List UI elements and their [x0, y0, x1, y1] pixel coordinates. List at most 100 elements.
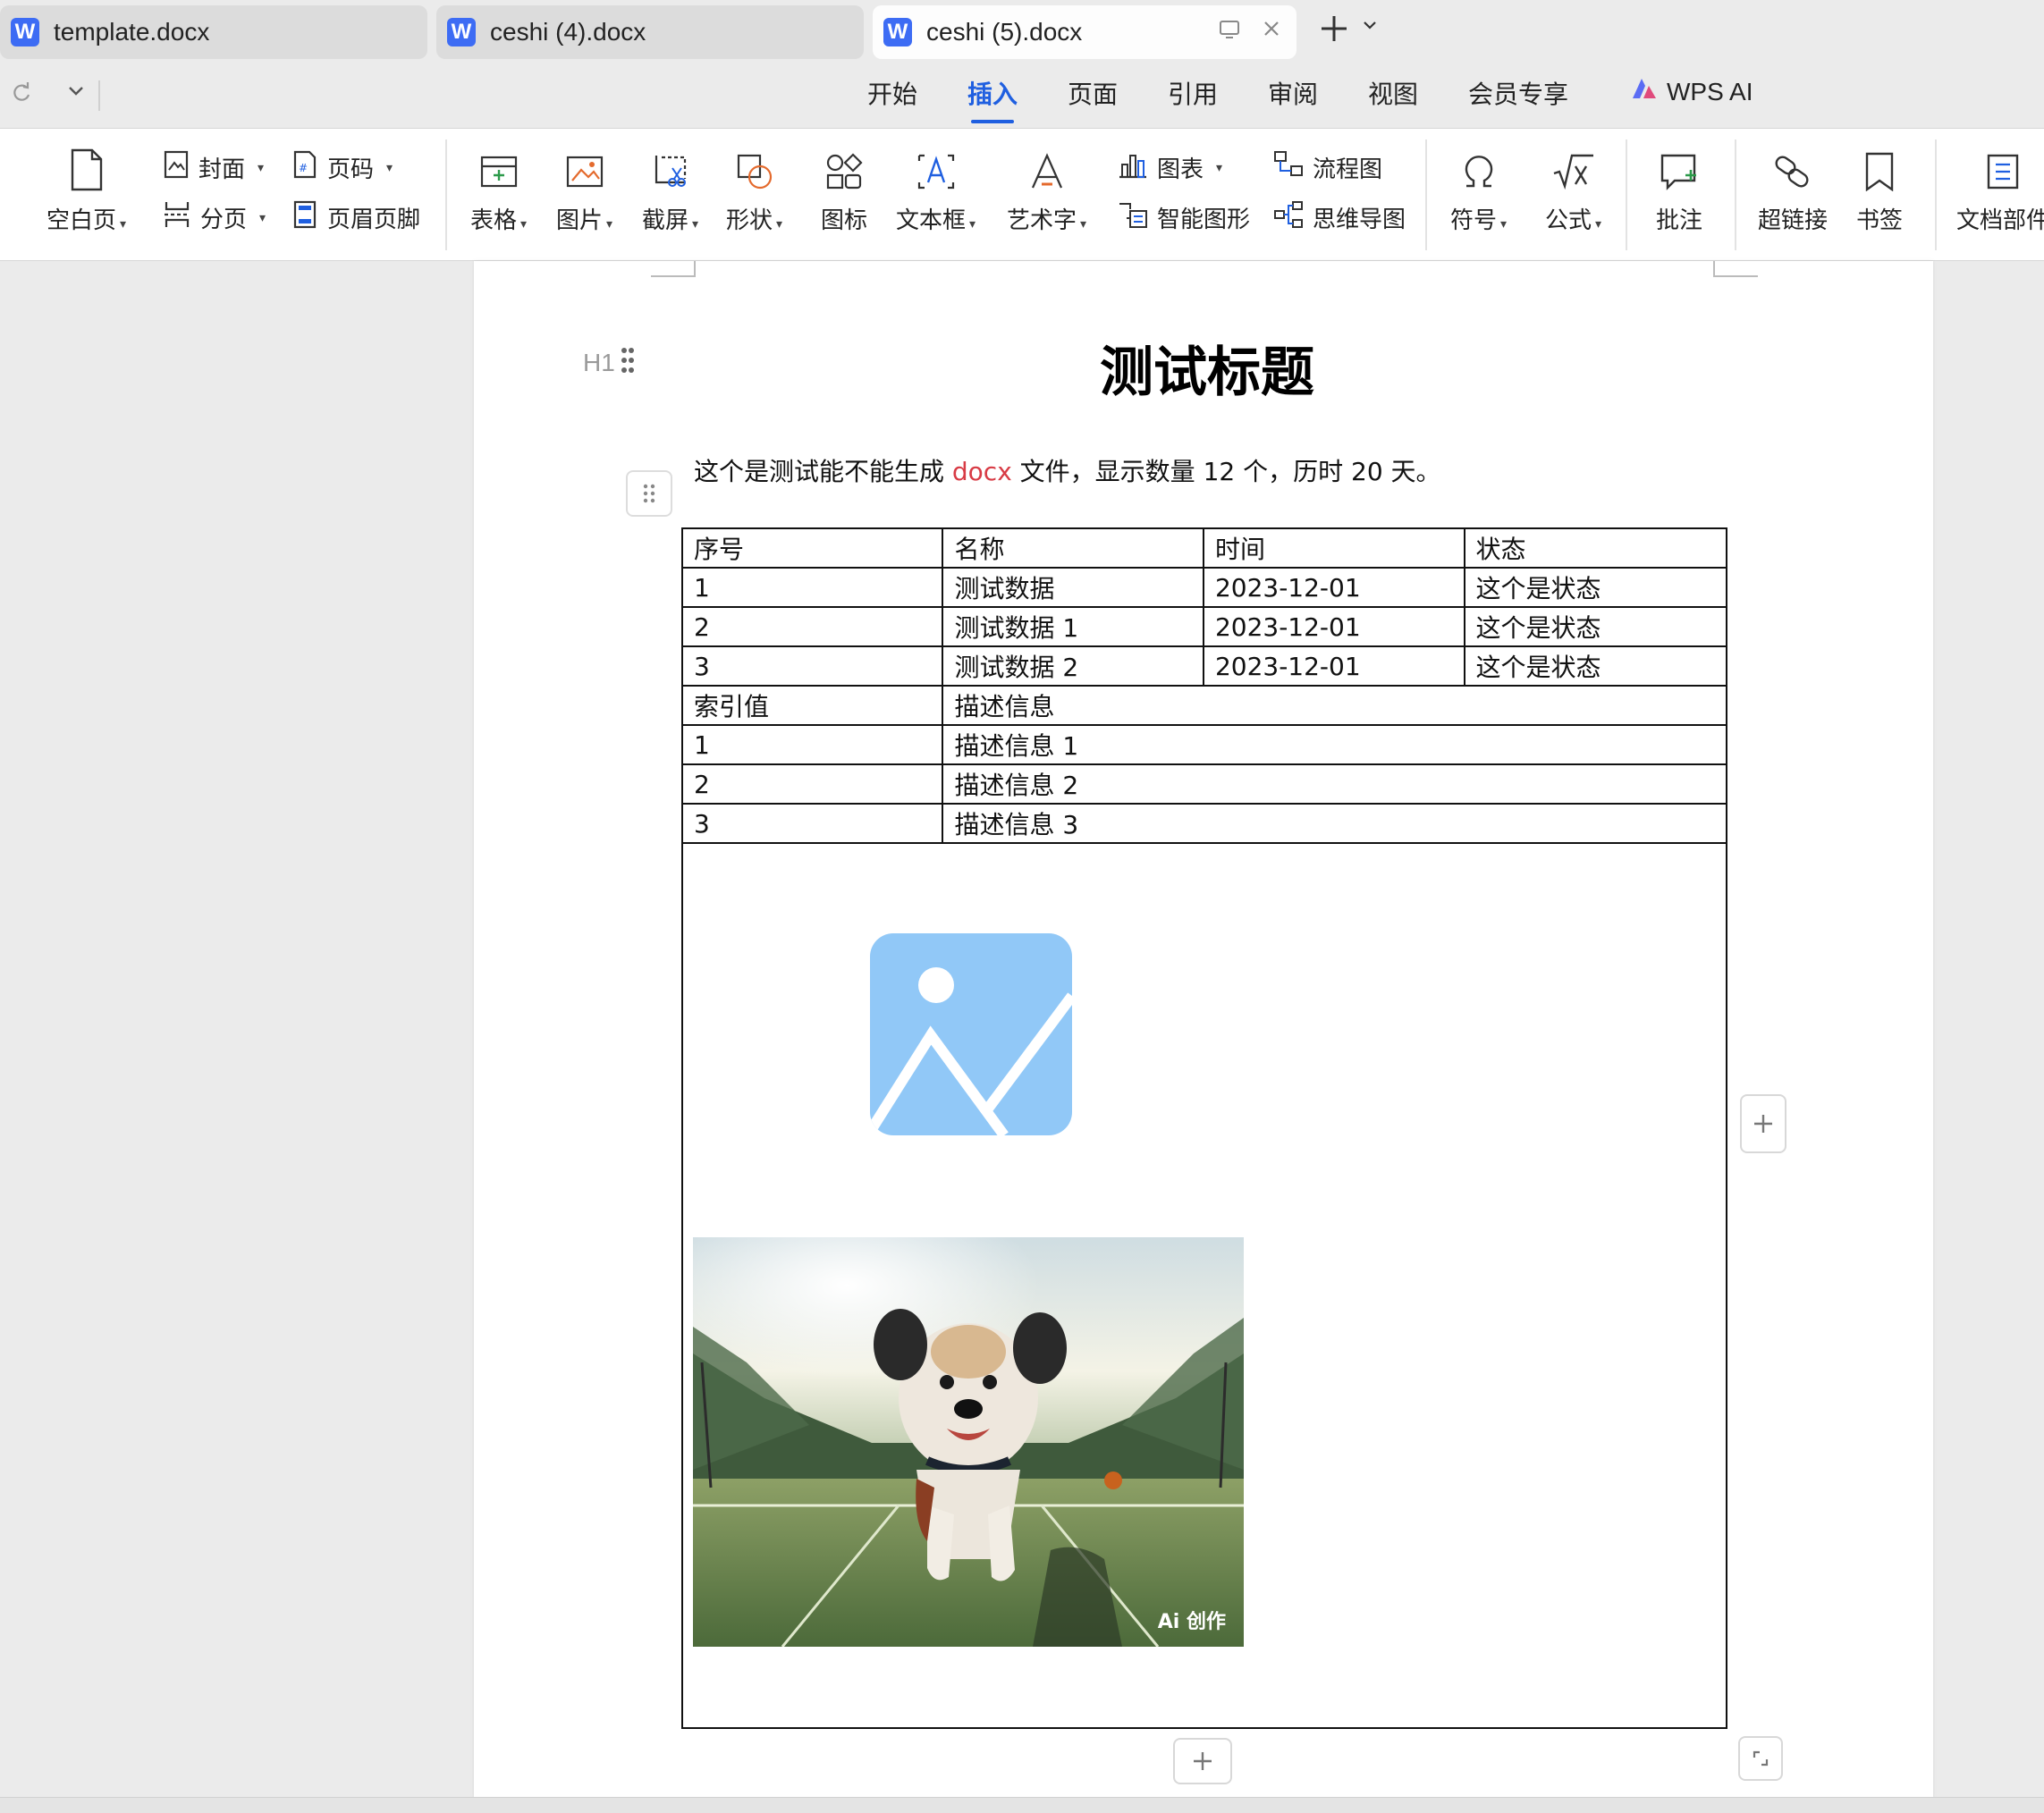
comment-button[interactable]: 批注	[1656, 147, 1702, 235]
table-cell[interactable]: 2023-12-01	[1202, 645, 1465, 687]
image-cell[interactable]: Ai 创作	[681, 842, 1727, 1729]
table-cell[interactable]: 测试数据	[942, 567, 1204, 608]
table-cell[interactable]: 描述信息 1	[942, 724, 1727, 765]
paragraph-text: 这个是测试能不能生成	[694, 457, 952, 486]
table-header-cell[interactable]: 状态	[1463, 527, 1728, 569]
table-header-cell[interactable]: 名称	[942, 527, 1204, 569]
menu-reference[interactable]: 引用	[1168, 77, 1218, 116]
table-cell[interactable]: 2	[680, 606, 944, 647]
table-cell[interactable]: 这个是状态	[1463, 606, 1728, 647]
paragraph-text: 文件，显示数量 12 个，历时 20 天。	[1011, 457, 1441, 486]
doc-parts-icon	[1985, 147, 2021, 191]
symbol-button[interactable]: 符号 ▾	[1450, 147, 1507, 235]
crop-mark	[1713, 261, 1758, 277]
hyperlink-button[interactable]: 超链接	[1758, 147, 1828, 235]
image-placeholder-icon[interactable]	[870, 933, 1072, 1135]
shape-button[interactable]: 形状 ▾	[726, 147, 782, 235]
icon-button[interactable]: 图标	[821, 147, 867, 235]
table-row: 1 描述信息 1	[680, 724, 1727, 765]
picture-icon	[565, 147, 604, 191]
add-row-button[interactable]	[1173, 1738, 1232, 1784]
doc-parts-button[interactable]: 文档部件	[1956, 147, 2044, 235]
chevron-down-icon[interactable]	[64, 79, 88, 110]
new-tab-icon[interactable]	[1318, 13, 1350, 51]
add-column-button[interactable]	[1740, 1094, 1786, 1153]
document-title[interactable]: 测试标题	[984, 329, 1431, 407]
table-cell[interactable]: 1	[680, 567, 944, 608]
table-cell[interactable]: 2023-12-01	[1202, 606, 1465, 647]
blank-page-button[interactable]: 空白页 ▾	[46, 147, 126, 235]
table-cell[interactable]: 测试数据 2	[942, 645, 1204, 687]
menu-start[interactable]: 开始	[867, 77, 917, 116]
table-button[interactable]: 表格 ▾	[470, 147, 527, 235]
screenshot-button[interactable]: 截屏 ▾	[642, 147, 698, 235]
scissors-icon	[651, 147, 690, 191]
paragraph-handle-icon[interactable]	[626, 470, 672, 517]
table-cell[interactable]: 3	[680, 645, 944, 687]
data-table[interactable]: 序号 名称 时间 状态 1 测试数据 2023-12-01 这个是状态 2 测试…	[680, 527, 1728, 1729]
table-header-row: 索引值 描述信息	[680, 685, 1727, 726]
body-paragraph[interactable]: 这个是测试能不能生成 docx 文件，显示数量 12 个，历时 20 天。	[694, 452, 1441, 488]
menu-view[interactable]: 视图	[1368, 77, 1418, 116]
table-cell[interactable]: 描述信息 2	[942, 763, 1727, 805]
menu-review[interactable]: 审阅	[1268, 77, 1318, 116]
cover-button[interactable]: 封面 ▾	[163, 150, 264, 185]
chart-button[interactable]: 图表 ▾	[1118, 150, 1222, 185]
smartart-button[interactable]: 智能图形	[1118, 200, 1250, 235]
chevron-down-icon[interactable]	[1361, 16, 1379, 39]
dog-photo[interactable]: Ai 创作	[693, 1237, 1244, 1647]
table-cell[interactable]: 测试数据 1	[942, 606, 1204, 647]
header-footer-label: 页眉页脚	[327, 206, 421, 232]
shape-label: 形状	[726, 207, 773, 233]
table-cell[interactable]: 3	[680, 803, 944, 844]
menu-page[interactable]: 页面	[1068, 77, 1118, 116]
flowchart-icon	[1273, 150, 1304, 185]
table-cell[interactable]: 2023-12-01	[1202, 567, 1465, 608]
page-number-button[interactable]: # 页码 ▾	[291, 150, 393, 185]
symbol-label: 符号	[1450, 207, 1498, 233]
ai-creation-badge: Ai 创作	[1157, 1611, 1226, 1633]
table-cell[interactable]: 2	[680, 763, 944, 805]
shape-icon	[735, 147, 774, 191]
monitor-icon[interactable]	[1218, 18, 1241, 47]
page-break-label: 分页	[200, 206, 248, 232]
picture-button[interactable]: 图片 ▾	[556, 147, 612, 235]
crop-mark	[651, 261, 696, 277]
resize-icon	[1753, 1750, 1769, 1767]
hyperlink-label: 超链接	[1758, 207, 1829, 233]
wordart-icon	[1027, 147, 1067, 191]
divider	[1735, 139, 1736, 250]
link-icon	[1772, 147, 1813, 191]
header-footer-icon	[291, 200, 318, 235]
menu-membership[interactable]: 会员专享	[1468, 77, 1568, 116]
divider	[1626, 139, 1627, 250]
highlighted-text: docx	[951, 457, 1012, 486]
table-header-cell[interactable]: 索引值	[680, 685, 944, 726]
ribbon-toolbar: 空白页 ▾ 封面 ▾ 分页 ▾ # 页码 ▾ 页眉页脚 表格 ▾ 图片 ▾ 截屏…	[0, 129, 2044, 261]
header-footer-button[interactable]: 页眉页脚	[291, 200, 420, 235]
table-resize-handle[interactable]	[1738, 1736, 1783, 1781]
close-icon[interactable]	[1261, 18, 1282, 47]
wps-ai-button[interactable]: WPS AI	[1631, 77, 1753, 107]
page-break-button[interactable]: 分页 ▾	[163, 200, 266, 235]
textbox-button[interactable]: 文本框 ▾	[896, 147, 976, 235]
menu-insert[interactable]: 插入	[967, 77, 1018, 123]
mindmap-button[interactable]: 思维导图	[1273, 200, 1406, 235]
redo-icon[interactable]	[9, 79, 34, 110]
bookmark-button[interactable]: 书签	[1856, 147, 1903, 235]
tab-template[interactable]: W template.docx	[0, 5, 427, 59]
tab-ceshi-4[interactable]: W ceshi (4).docx	[436, 5, 864, 59]
table-cell[interactable]: 1	[680, 724, 944, 765]
table-header-cell[interactable]: 时间	[1202, 527, 1465, 569]
smartart-label: 智能图形	[1157, 206, 1251, 232]
formula-button[interactable]: 公式 ▾	[1545, 147, 1601, 235]
table-cell[interactable]: 这个是状态	[1463, 567, 1728, 608]
tab-ceshi-5[interactable]: W ceshi (5).docx	[873, 5, 1297, 59]
drag-handle-icon[interactable]	[621, 347, 635, 374]
table-header-cell[interactable]: 描述信息	[942, 685, 1727, 726]
flowchart-button[interactable]: 流程图	[1273, 150, 1382, 185]
wordart-button[interactable]: 艺术字 ▾	[1007, 147, 1086, 235]
table-cell[interactable]: 描述信息 3	[942, 803, 1727, 844]
table-cell[interactable]: 这个是状态	[1463, 645, 1728, 687]
table-header-cell[interactable]: 序号	[680, 527, 944, 569]
